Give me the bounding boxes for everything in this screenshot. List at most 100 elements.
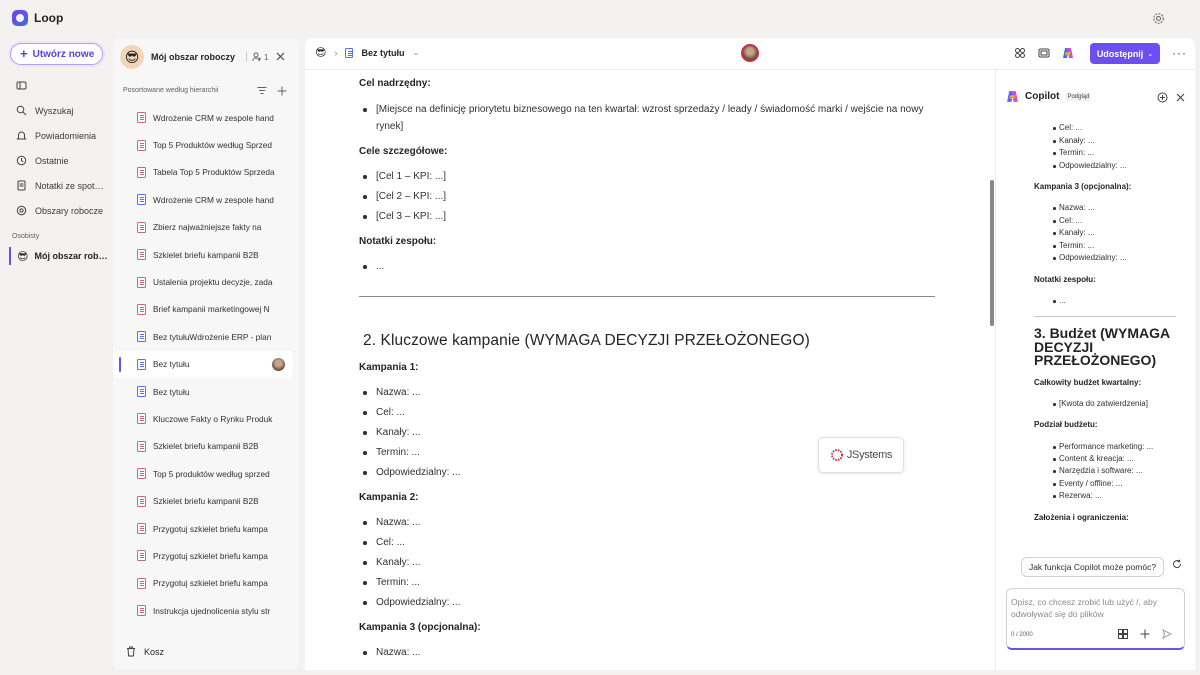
campaign-field: Termin: ... xyxy=(363,574,420,591)
section-2-title: 2. Kluczowe kampanie (WYMAGA DECYZJI PRZ… xyxy=(363,332,810,349)
view-icon[interactable] xyxy=(1038,47,1050,59)
sidebar-page-item[interactable]: Szkielet briefu kampanii B2B xyxy=(113,433,299,460)
sidebar-page-item[interactable]: Top 5 produktów według sprzed xyxy=(113,460,299,487)
goal-item: [Cel 2 – KPI: ...] xyxy=(362,188,446,205)
sidebar-page-item[interactable]: Szkielet briefu kampanii B2B xyxy=(113,487,299,514)
collaborator-avatar[interactable] xyxy=(741,44,759,62)
refresh-icon[interactable] xyxy=(1172,559,1182,569)
more-options-icon[interactable]: ··· xyxy=(1172,46,1187,60)
sidebar-page-item[interactable]: Zbierz najważniejsze fakty na xyxy=(113,214,299,241)
trash-button[interactable]: Kosz xyxy=(126,646,164,657)
copilot-item: Kanały: ... xyxy=(1053,136,1095,145)
loop-logo-icon xyxy=(12,10,28,26)
sidebar-page-item[interactable]: Bez tytułu xyxy=(113,378,299,405)
page-icon xyxy=(137,166,146,178)
rail-my-workspace-label: Mój obszar rob… xyxy=(34,251,108,261)
page-icon xyxy=(137,276,146,288)
sidebar-page-item[interactable]: Bez tytułu xyxy=(113,350,293,378)
sidebar-page-item[interactable]: Wdrożenie CRM w zespole hand xyxy=(113,186,299,213)
breadcrumb: 😎 › Bez tytułu ⌄ xyxy=(315,46,419,59)
send-icon[interactable] xyxy=(1162,629,1172,639)
sidebar-page-item[interactable]: Bez tytułuWdrożenie ERP - plan xyxy=(113,323,299,350)
copilot-heading: Notatki zespołu: xyxy=(1034,275,1096,284)
copilot-icon[interactable] xyxy=(1062,47,1074,59)
nav-workspaces[interactable]: Obszary robocze xyxy=(16,205,103,216)
add-icon[interactable] xyxy=(277,86,287,96)
sidebar-page-item[interactable]: Przygotuj szkielet briefu kampa xyxy=(113,570,299,597)
filter-icon[interactable] xyxy=(257,86,267,95)
sidebar-page-item[interactable]: Top 5 Produktów według Sprzed xyxy=(113,131,299,158)
workspace-header[interactable]: 😎 Mój obszar roboczy 1 xyxy=(120,44,295,70)
attach-plus-icon[interactable] xyxy=(1140,629,1150,639)
sidebar-page-item[interactable]: Przygotuj szkielet briefu kampa xyxy=(113,542,299,569)
app-logo[interactable]: Loop xyxy=(12,10,63,26)
scrollbar-thumb[interactable] xyxy=(990,180,994,326)
toolbar-icons xyxy=(1014,47,1074,59)
copilot-item: Nazwa: ... xyxy=(1053,203,1095,212)
sidebar-page-label: Przygotuj szkielet briefu kampa xyxy=(153,523,268,534)
settings-gear-icon[interactable] xyxy=(1152,12,1165,25)
copilot-heading: Całkowity budżet kwartalny: xyxy=(1034,378,1142,387)
sidebar-page-item[interactable]: Wdrożenie CRM w zespole hand xyxy=(113,104,299,131)
heading-campaign-3: Kampania 3 (opcjonalna): xyxy=(359,622,481,633)
close-icon[interactable] xyxy=(1176,93,1185,102)
jsystems-logo: JSystems xyxy=(818,437,904,473)
nav-home[interactable] xyxy=(16,80,27,91)
workspace-emoji-icon[interactable]: 😎 xyxy=(315,46,326,59)
document-body[interactable]: Cel nadrzędny: [Miejsce na definicję pri… xyxy=(359,70,939,670)
sidebar-page-item[interactable]: Brief kampanii marketingowej N xyxy=(113,296,299,323)
nav-recent[interactable]: Ostatnie xyxy=(16,155,69,166)
page-title[interactable]: Bez tytułu xyxy=(361,48,404,58)
copilot-actions xyxy=(1157,92,1185,103)
sidebar-page-item[interactable]: Ustalenia projektu decyzje, zada xyxy=(113,268,299,295)
sidebar-page-label: Zbierz najważniejsze fakty na xyxy=(153,222,262,233)
person-icon xyxy=(252,52,262,62)
sidebar-page-item[interactable]: Przygotuj szkielet briefu kampa xyxy=(113,515,299,542)
create-new-button[interactable]: + Utwórz nowe xyxy=(10,43,103,65)
copilot-item: Rezerwa: ... xyxy=(1053,491,1102,500)
copilot-heading: Podział budżetu: xyxy=(1034,420,1098,429)
campaign-field: Kanały: ... xyxy=(362,554,420,571)
page-icon xyxy=(137,331,146,343)
copilot-suggestion-chip[interactable]: Jak funkcja Copilot może pomóc? xyxy=(1021,557,1164,577)
prompts-icon[interactable] xyxy=(1118,629,1128,639)
copilot-divider xyxy=(1034,316,1176,317)
sidebar-tools xyxy=(257,86,287,96)
copilot-input[interactable]: Opisz, co chcesz zrobić lub użyć /, aby … xyxy=(1011,596,1181,620)
sidebar-page-label: Kluczowe Fakty o Rynku Produk xyxy=(153,413,273,424)
copilot-item: Performance marketing: ... xyxy=(1052,442,1154,451)
components-icon[interactable] xyxy=(1014,47,1026,59)
share-button[interactable]: Udostępnij ⌄ xyxy=(1090,43,1160,64)
sidebar-page-label: Szkielet briefu kampanii B2B xyxy=(153,249,259,260)
sidebar-page-item[interactable]: Instrukcja ujednolicenia stylu str xyxy=(113,597,299,624)
nav-notifications[interactable]: Powiadomienia xyxy=(16,130,96,141)
nav-search[interactable]: Wyszukaj xyxy=(16,105,73,116)
sidebar-page-label: Tabela Top 5 Produktów Sprzeda xyxy=(153,167,275,178)
copilot-heading: Założenia i ograniczenia: xyxy=(1034,513,1129,522)
page-icon xyxy=(137,495,146,507)
trash-label: Kosz xyxy=(144,646,165,657)
chevron-down-icon[interactable]: ⌄ xyxy=(412,48,419,57)
sidebar-page-item[interactable]: Szkielet briefu kampanii B2B xyxy=(113,241,299,268)
member-count[interactable]: 1 xyxy=(246,52,268,62)
campaign-field: Odpowiedzialny: ... xyxy=(363,594,461,611)
page-icon xyxy=(137,440,146,452)
nav-meeting-notes[interactable]: Notatki ze spot… xyxy=(16,180,104,191)
search-icon xyxy=(16,105,27,116)
nav-recent-label: Ostatnie xyxy=(35,155,69,166)
goal-item: [Cel 3 – KPI: ...] xyxy=(362,208,446,225)
page-icon xyxy=(137,468,146,480)
sidebar-page-item[interactable]: Kluczowe Fakty o Rynku Produk xyxy=(113,405,299,432)
page-icon xyxy=(345,47,354,58)
close-icon[interactable] xyxy=(276,52,285,61)
rail-my-workspace[interactable]: 😎 Mój obszar rob… xyxy=(9,247,109,265)
sidebar-page-item[interactable]: Tabela Top 5 Produktów Sprzeda xyxy=(113,159,299,186)
campaign-field: Nazwa: ... xyxy=(362,384,420,401)
workspace-avatar: 😎 xyxy=(120,45,144,69)
copilot-logo-icon xyxy=(1007,91,1018,102)
copilot-item: Odpowiedzialny: ... xyxy=(1053,161,1127,170)
clock-icon xyxy=(16,155,27,166)
campaign-field: Odpowiedzialny: ... xyxy=(363,464,461,481)
sidebar-page-label: Ustalenia projektu decyzje, zada xyxy=(153,277,273,288)
new-chat-icon[interactable] xyxy=(1157,92,1168,103)
